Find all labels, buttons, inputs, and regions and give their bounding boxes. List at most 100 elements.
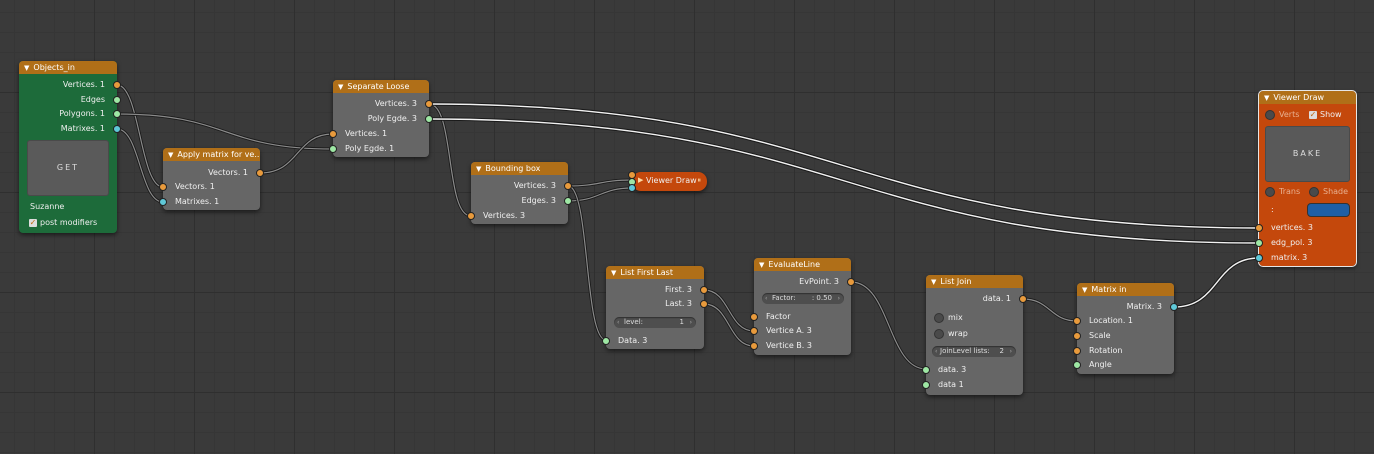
node-title: List First Last xyxy=(620,268,673,277)
toggle-label: Shade xyxy=(1323,187,1349,196)
input-socket[interactable] xyxy=(1073,317,1081,325)
checkbox-label: Show xyxy=(1320,110,1342,119)
matrix-in-node[interactable]: ▼ Matrix in Matrix. 3 Location. 1 Scale R… xyxy=(1073,283,1178,374)
output-vertices: Vertices. 3 xyxy=(471,180,572,192)
get-button[interactable]: GET xyxy=(27,140,109,196)
increment-arrow-icon[interactable]: › xyxy=(1010,346,1012,357)
evaluate-line-node[interactable]: ▼ EvaluateLine EvPoint. 3 ‹ Factor: : 0.5… xyxy=(750,258,855,355)
list-join-node[interactable]: ▼ List Join data. 1 mix wrap ‹ JoinLevel … xyxy=(922,275,1027,395)
viewer-draw-node[interactable]: ▼ Viewer Draw Verts ✓ Show BAKE Trans Shad… xyxy=(1255,90,1357,267)
socket-label: vertices. 3 xyxy=(1271,223,1313,232)
output-socket[interactable] xyxy=(847,278,855,286)
output-socket[interactable] xyxy=(1019,295,1027,303)
output-socket[interactable] xyxy=(425,115,433,123)
evaluate-line-header[interactable]: ▼ EvaluateLine xyxy=(754,258,851,271)
color-swatch[interactable] xyxy=(1307,203,1350,217)
collapse-triangle-icon[interactable]: ▼ xyxy=(1264,92,1269,104)
list-first-last-header[interactable]: ▼ List First Last xyxy=(606,266,704,279)
socket-label: Matrixes. 1 xyxy=(60,124,105,133)
output-socket[interactable] xyxy=(256,169,264,177)
collapse-triangle-icon[interactable]: ▼ xyxy=(476,163,481,175)
joinlevel-field[interactable]: ‹ JoinLevel lists: 2 › xyxy=(932,346,1016,357)
list-first-last-node[interactable]: ▼ List First Last First. 3 Last. 3 ‹ leve… xyxy=(602,266,708,349)
viewer-draw-collapsed-node[interactable]: ▶ Viewer Draw ⏸ xyxy=(628,171,707,192)
input-socket[interactable] xyxy=(159,183,167,191)
output-socket[interactable] xyxy=(564,197,572,205)
wrap-toggle[interactable]: wrap xyxy=(926,328,1023,340)
input-angle: Angle xyxy=(1073,359,1174,371)
collapse-triangle-icon[interactable]: ▼ xyxy=(931,276,936,288)
input-socket[interactable] xyxy=(1255,224,1263,232)
input-socket[interactable] xyxy=(922,366,930,374)
output-socket[interactable] xyxy=(113,110,121,118)
input-socket[interactable] xyxy=(1073,332,1081,340)
mix-toggle[interactable]: mix xyxy=(926,312,1023,324)
apply-matrix-node[interactable]: ▼ Apply matrix for ve... Vectors. 1 Vecto… xyxy=(159,148,264,210)
collapse-triangle-icon[interactable]: ▼ xyxy=(611,267,616,279)
objects-in-header[interactable]: ▼ Objects_in xyxy=(19,61,117,74)
toggle-icon[interactable] xyxy=(1265,109,1275,120)
input-socket[interactable] xyxy=(1073,361,1081,369)
socket-label: First. 3 xyxy=(664,285,692,294)
input-socket[interactable] xyxy=(628,184,636,192)
level-field[interactable]: ‹ level: 1 › xyxy=(614,317,696,328)
decrement-arrow-icon[interactable]: ‹ xyxy=(935,346,937,357)
shade-toggle[interactable]: Shade xyxy=(1309,186,1356,198)
decrement-arrow-icon[interactable]: ‹ xyxy=(765,293,767,304)
toggle-icon[interactable] xyxy=(1309,186,1319,197)
bounding-box-node[interactable]: ▼ Bounding box Vertices. 3 Edges. 3 Verti… xyxy=(467,162,572,224)
socket-label: Matrix. 3 xyxy=(1126,302,1162,311)
collapse-triangle-icon[interactable]: ▼ xyxy=(1082,284,1087,296)
input-socket[interactable] xyxy=(750,313,758,321)
input-socket[interactable] xyxy=(602,337,610,345)
increment-arrow-icon[interactable]: › xyxy=(690,317,692,328)
collapse-triangle-icon[interactable]: ▼ xyxy=(168,149,173,161)
input-socket[interactable] xyxy=(1255,254,1263,262)
input-socket[interactable] xyxy=(1073,347,1081,355)
collapse-triangle-icon[interactable]: ▼ xyxy=(759,259,764,271)
output-socket[interactable] xyxy=(564,182,572,190)
matrix-in-header[interactable]: ▼ Matrix in xyxy=(1077,283,1174,296)
input-socket[interactable] xyxy=(922,381,930,389)
increment-arrow-icon[interactable]: › xyxy=(838,293,840,304)
input-socket[interactable] xyxy=(1255,239,1263,247)
input-socket[interactable] xyxy=(329,130,337,138)
checkmark-icon[interactable]: ✓ xyxy=(1309,110,1317,119)
collapse-triangle-icon[interactable]: ▼ xyxy=(338,81,343,93)
toggle-label: wrap xyxy=(948,329,968,338)
input-socket[interactable] xyxy=(159,198,167,206)
toggle-icon[interactable] xyxy=(1265,186,1275,197)
collapse-triangle-icon[interactable]: ▼ xyxy=(24,62,29,74)
input-socket[interactable] xyxy=(329,145,337,153)
toggle-icon[interactable] xyxy=(934,328,944,339)
bake-button[interactable]: BAKE xyxy=(1265,126,1350,182)
output-socket[interactable] xyxy=(700,300,708,308)
output-socket[interactable] xyxy=(113,96,121,104)
field-value: : 0.50 xyxy=(811,294,832,302)
toggle-icon[interactable] xyxy=(934,312,944,323)
socket-label: Polygons. 1 xyxy=(59,109,105,118)
input-socket[interactable] xyxy=(467,212,475,220)
separate-loose-header[interactable]: ▼ Separate Loose xyxy=(333,80,429,93)
output-socket[interactable] xyxy=(113,125,121,133)
bounding-box-header[interactable]: ▼ Bounding box xyxy=(471,162,568,175)
input-socket[interactable] xyxy=(750,327,758,335)
pause-icon[interactable]: ⏸ xyxy=(698,176,702,185)
objects-in-node[interactable]: ▼ Objects_in Vertices. 1 Edges Polygons. … xyxy=(19,61,121,233)
list-join-header[interactable]: ▼ List Join xyxy=(926,275,1023,288)
separate-loose-node[interactable]: ▼ Separate Loose Vertices. 3 Poly Egde. 3… xyxy=(329,80,433,157)
socket-label: Rotation xyxy=(1089,346,1123,355)
checkmark-icon[interactable]: ✓ xyxy=(29,218,37,227)
post-modifiers-checkbox[interactable]: ✓ post modifiers xyxy=(19,217,117,229)
decrement-arrow-icon[interactable]: ‹ xyxy=(617,317,619,328)
output-socket[interactable] xyxy=(425,100,433,108)
show-checkbox[interactable]: ✓ Show xyxy=(1309,109,1356,121)
viewer-draw-header[interactable]: ▼ Viewer Draw xyxy=(1259,91,1356,104)
apply-matrix-header[interactable]: ▼ Apply matrix for ve... xyxy=(163,148,260,161)
output-socket[interactable] xyxy=(1170,303,1178,311)
input-socket[interactable] xyxy=(750,342,758,350)
collapse-triangle-icon[interactable]: ▶ xyxy=(638,176,643,184)
output-socket[interactable] xyxy=(700,286,708,294)
factor-field[interactable]: ‹ Factor: : 0.50 › xyxy=(762,293,844,304)
output-socket[interactable] xyxy=(113,81,121,89)
